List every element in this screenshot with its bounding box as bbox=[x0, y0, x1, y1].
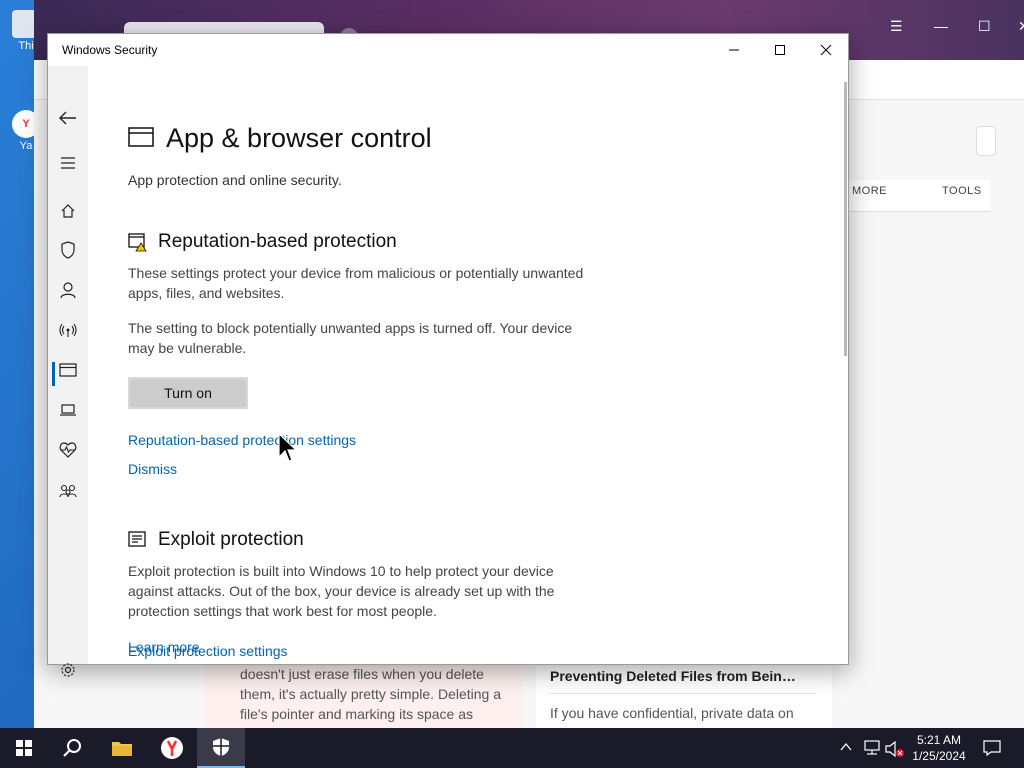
chevron-up-icon[interactable] bbox=[840, 742, 852, 752]
windows-logo-icon bbox=[16, 740, 32, 756]
minimize-icon bbox=[729, 49, 739, 51]
family-icon bbox=[59, 484, 77, 498]
browser-minimize-icon[interactable]: — bbox=[934, 18, 948, 34]
exploit-description-line: against attacks. Out of the box, your de… bbox=[128, 583, 555, 599]
volume-muted-icon[interactable] bbox=[885, 740, 905, 758]
mouse-cursor-icon bbox=[278, 433, 298, 462]
antenna-icon bbox=[59, 323, 77, 337]
sidebar-item-firewall[interactable] bbox=[48, 314, 88, 346]
maximize-button[interactable] bbox=[757, 34, 803, 66]
sidebar-item-app-browser-control[interactable] bbox=[48, 354, 88, 386]
window-titlebar[interactable]: Windows Security bbox=[48, 34, 848, 66]
search-icon bbox=[63, 739, 81, 757]
sidebar-item-virus-protection[interactable] bbox=[48, 234, 88, 266]
close-icon bbox=[820, 44, 832, 56]
article-card-right[interactable]: Preventing Deleted Files from Bein… If y… bbox=[536, 660, 832, 728]
nav-more[interactable]: MORE bbox=[852, 185, 887, 197]
taskbar-windows-security[interactable] bbox=[197, 728, 245, 768]
reputation-heading: Reputation-based protection bbox=[158, 231, 397, 252]
desktop-icon-label: Thi bbox=[18, 40, 34, 52]
reputation-description-line: apps, files, and websites. bbox=[128, 285, 285, 301]
heart-pulse-icon bbox=[59, 442, 77, 458]
divider bbox=[550, 693, 816, 694]
taskbar-yandex-browser[interactable] bbox=[148, 728, 196, 768]
sidebar-item-settings[interactable] bbox=[48, 654, 88, 686]
shield-icon bbox=[213, 738, 229, 756]
article-text-line: them, it's actually pretty simple. Delet… bbox=[240, 686, 502, 702]
sidebar-item-home[interactable] bbox=[48, 195, 88, 227]
browser-window-icon bbox=[59, 363, 77, 377]
back-arrow-icon bbox=[59, 111, 76, 125]
article-text-line: doesn't just erase files when you delete bbox=[240, 666, 484, 682]
article-text: If you have confidential, private data o… bbox=[550, 705, 794, 721]
article-card-left: doesn't just erase files when you delete… bbox=[204, 660, 522, 728]
dismiss-link[interactable]: Dismiss bbox=[128, 461, 177, 477]
taskbar-file-explorer[interactable] bbox=[98, 728, 146, 768]
reputation-settings-link[interactable]: Reputation-based protection settings bbox=[128, 432, 356, 448]
reputation-description-line: These settings protect your device from … bbox=[128, 265, 584, 281]
window-title: Windows Security bbox=[62, 43, 158, 57]
sidebar-item-family-options[interactable] bbox=[48, 475, 88, 507]
browser-search-box[interactable] bbox=[976, 126, 996, 156]
sidebar bbox=[48, 66, 88, 677]
page-subtitle: App protection and online security. bbox=[128, 172, 342, 188]
exploit-description-line: Exploit protection is built into Windows… bbox=[128, 563, 554, 579]
scrollbar[interactable] bbox=[844, 82, 847, 356]
taskbar-clock[interactable]: 5:21 AM 1/25/2024 bbox=[906, 732, 972, 764]
browser-maximize-icon[interactable]: ☐ bbox=[978, 18, 991, 35]
hamburger-icon bbox=[61, 157, 75, 169]
clock-time: 5:21 AM bbox=[916, 733, 962, 747]
sidebar-item-device-security[interactable] bbox=[48, 394, 88, 426]
page-title: App & browser control bbox=[166, 123, 432, 153]
desktop-icon-label: Ya bbox=[19, 140, 33, 152]
clock-date: 1/25/2024 bbox=[912, 749, 966, 763]
main-content: App & browser control App protection and… bbox=[88, 66, 844, 664]
yandex-browser-icon bbox=[161, 737, 183, 759]
learn-more-link[interactable]: Learn more bbox=[128, 639, 200, 655]
taskbar: 5:21 AM 1/25/2024 bbox=[0, 728, 1024, 768]
shield-icon bbox=[61, 241, 75, 259]
person-icon bbox=[60, 282, 76, 299]
folder-icon bbox=[112, 742, 132, 756]
reputation-warning-line: The setting to block potentially unwante… bbox=[128, 320, 573, 336]
article-heading[interactable]: Preventing Deleted Files from Bein… bbox=[550, 668, 796, 684]
exploit-description-line: protection settings that work best for m… bbox=[128, 603, 437, 619]
exploit-protection-icon bbox=[128, 531, 146, 547]
maximize-icon bbox=[775, 45, 785, 55]
network-icon[interactable] bbox=[862, 740, 882, 756]
laptop-icon bbox=[60, 404, 76, 416]
sidebar-item-account-protection[interactable] bbox=[48, 274, 88, 306]
search-button[interactable] bbox=[48, 728, 96, 768]
gear-icon bbox=[61, 663, 75, 677]
action-center-icon[interactable] bbox=[983, 740, 1001, 756]
exploit-heading: Exploit protection bbox=[158, 529, 304, 550]
turn-on-button[interactable]: Turn on bbox=[128, 377, 248, 409]
active-indicator bbox=[52, 362, 55, 386]
browser-menu-icon[interactable]: ☰ bbox=[890, 18, 903, 35]
sidebar-item-device-performance[interactable] bbox=[48, 434, 88, 466]
reputation-warning-line: may be vulnerable. bbox=[128, 340, 247, 356]
windows-security-window: Windows Security App & browser control A… bbox=[47, 33, 849, 677]
close-button[interactable] bbox=[803, 34, 849, 66]
nav-tools[interactable]: TOOLS bbox=[942, 185, 982, 197]
home-icon bbox=[61, 204, 75, 218]
back-button[interactable] bbox=[48, 102, 88, 134]
browser-close-icon[interactable]: ✕ bbox=[1018, 18, 1024, 35]
menu-button[interactable] bbox=[48, 147, 88, 179]
reputation-warning-icon bbox=[128, 233, 147, 252]
article-text-line: file's pointer and marking its space as bbox=[240, 706, 474, 722]
start-button[interactable] bbox=[0, 728, 48, 768]
browser-window-icon bbox=[128, 127, 154, 147]
minimize-button[interactable] bbox=[711, 34, 757, 66]
